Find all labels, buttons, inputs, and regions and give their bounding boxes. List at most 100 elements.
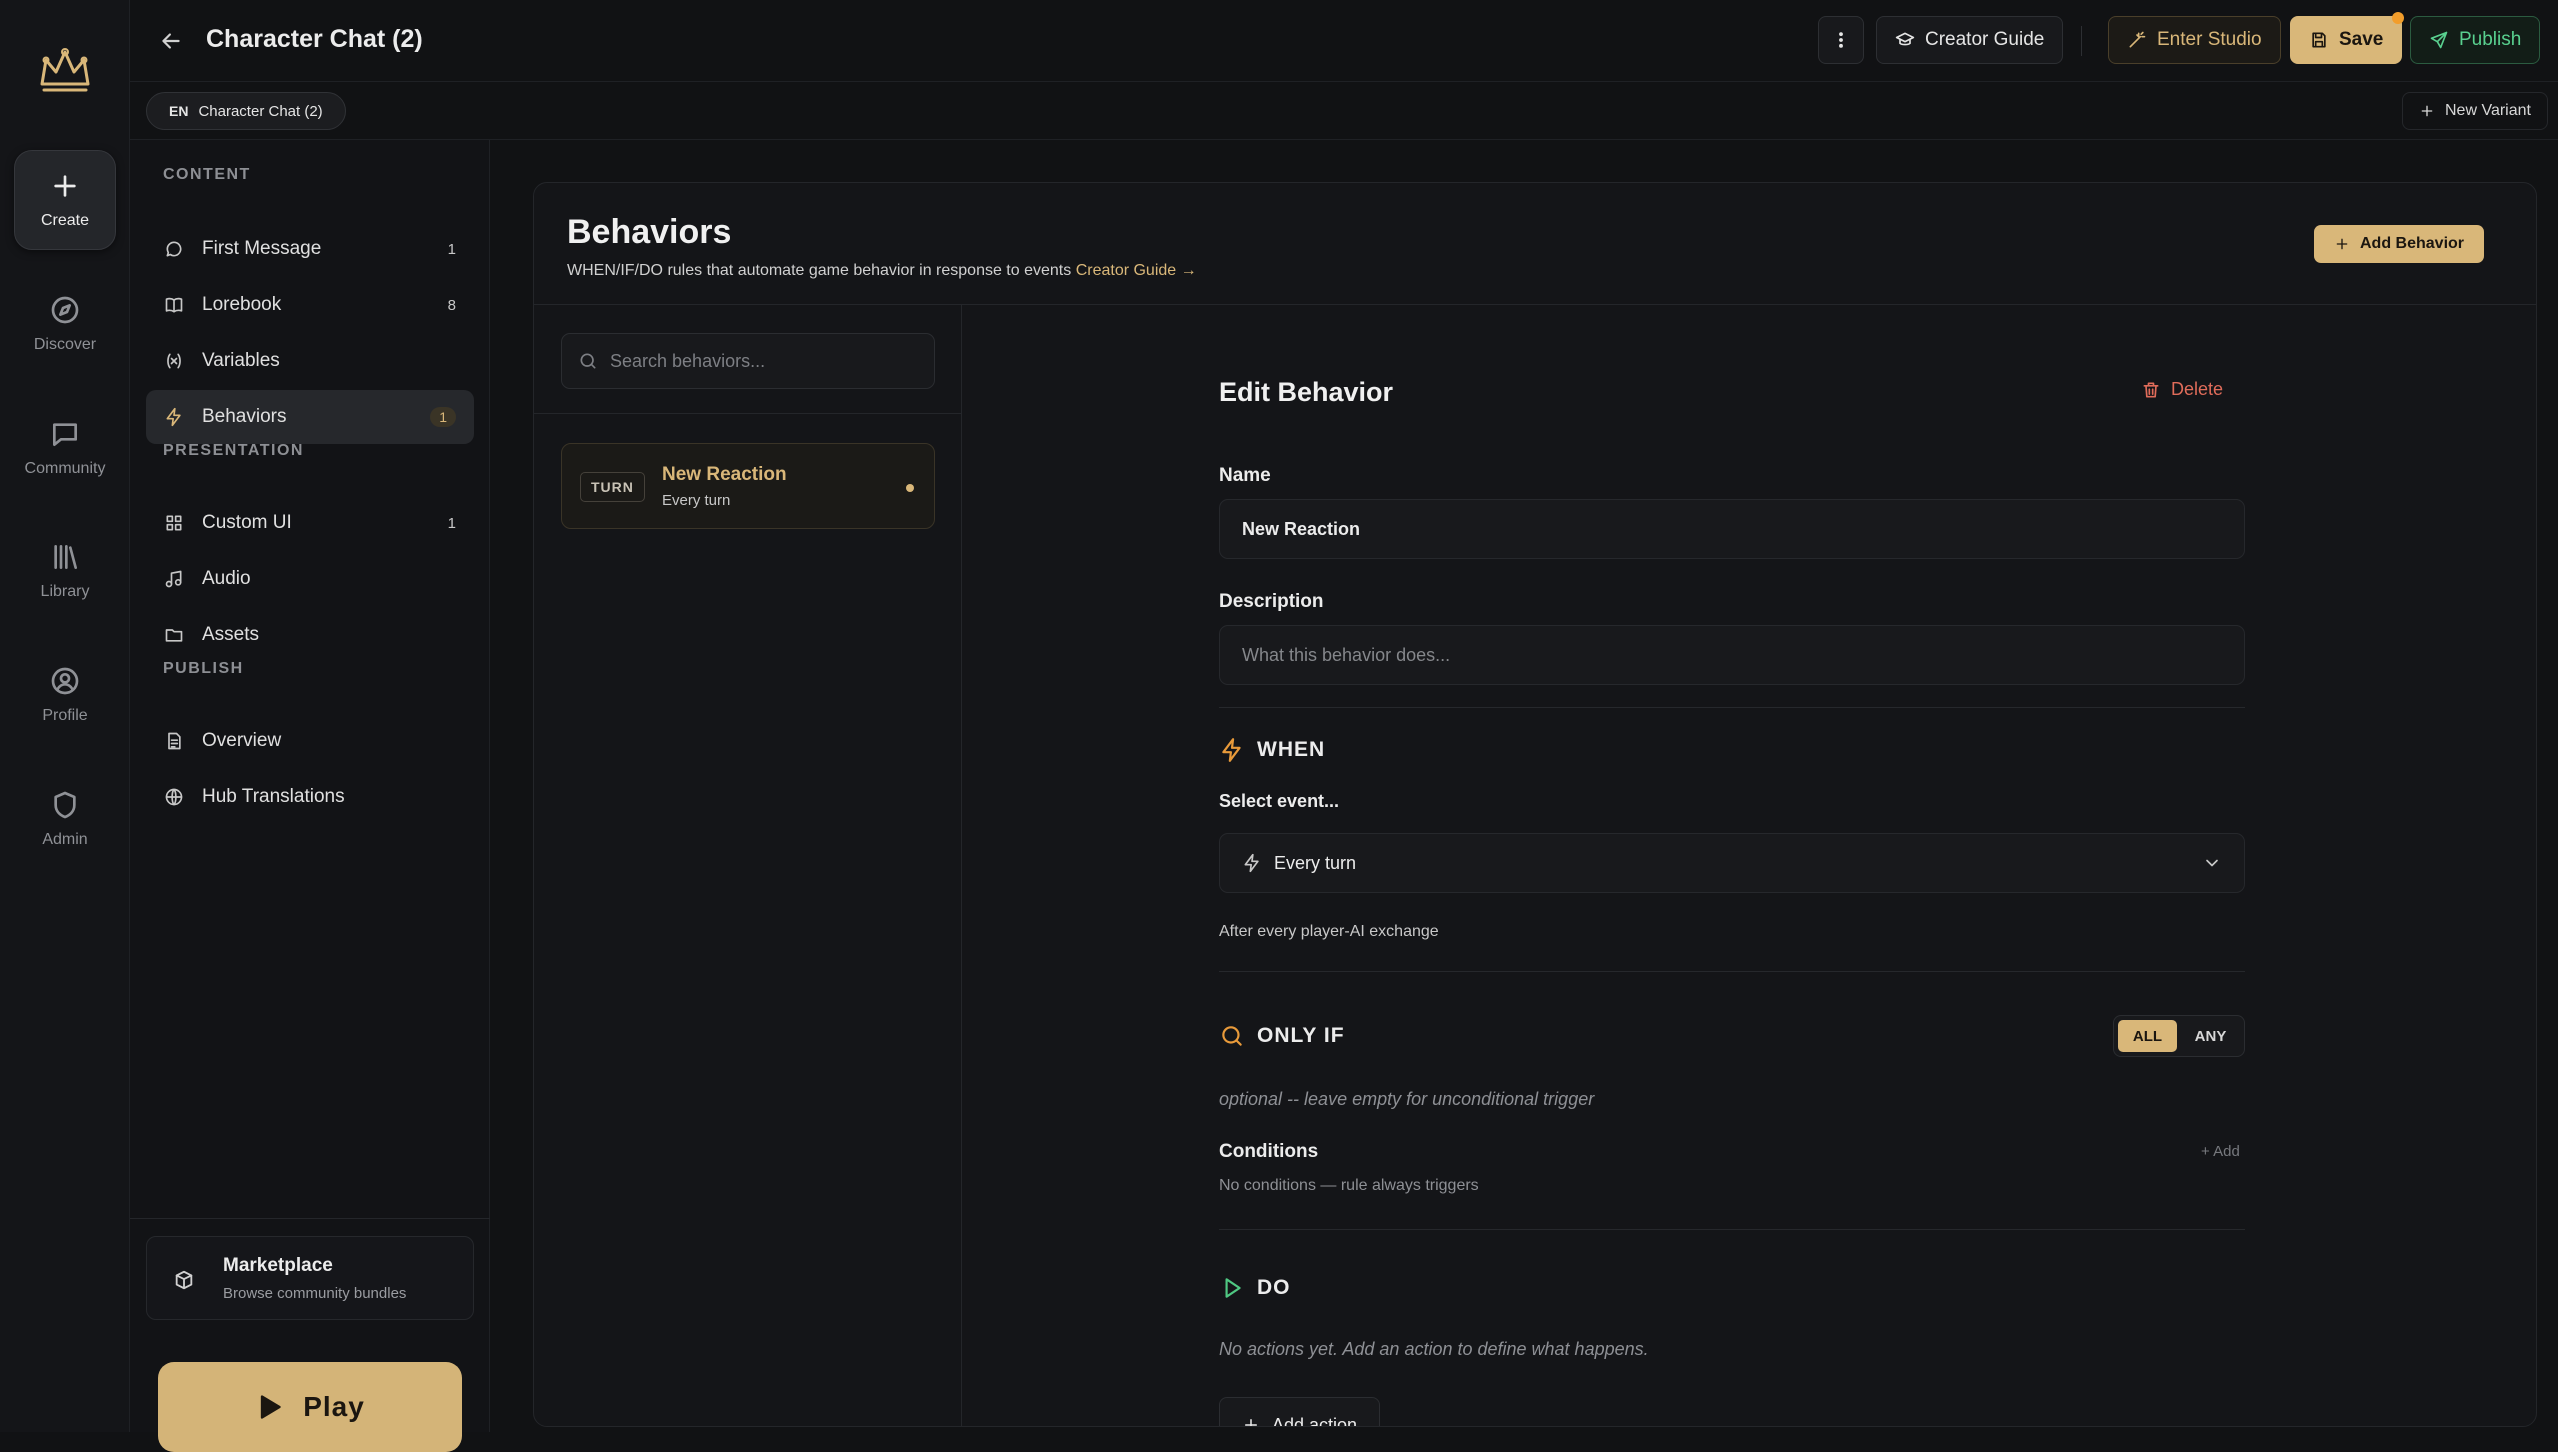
message-icon [164, 239, 184, 259]
only-if-label: ONLY IF [1257, 1024, 1345, 1047]
conditions-label: Conditions [1219, 1141, 1319, 1162]
nav-item-label: Assets [202, 624, 260, 645]
nav-item-overview[interactable]: Overview [146, 714, 474, 768]
enter-studio-button[interactable]: Enter Studio [2108, 16, 2281, 64]
nav-item-hub-translations[interactable]: Hub Translations [146, 770, 474, 824]
mode-all-option[interactable]: ALL [2118, 1020, 2177, 1052]
crown-logo-icon[interactable] [36, 44, 94, 96]
magic-wand-icon [2127, 30, 2147, 50]
behavior-trigger: Every turn [662, 492, 731, 509]
section-label-content: CONTENT [163, 166, 251, 183]
nav-item-label: First Message [202, 238, 322, 259]
publish-button[interactable]: Publish [2410, 16, 2541, 64]
language-code: EN [169, 103, 189, 119]
folder-icon [164, 625, 184, 645]
nav-item-count: 1 [447, 514, 456, 532]
description-input[interactable] [1219, 625, 2245, 685]
unsaved-indicator-dot [2392, 12, 2404, 24]
more-options-button[interactable] [1818, 16, 1864, 64]
nav-item-count: 1 [430, 407, 456, 427]
nav-item-audio[interactable]: Audio [146, 552, 474, 606]
search-icon [578, 351, 598, 371]
rail-item-community[interactable]: Community [14, 398, 116, 498]
name-label: Name [1219, 465, 1271, 486]
do-label: DO [1257, 1276, 1291, 1299]
trigger-type-badge: TURN [580, 472, 645, 502]
no-actions-text: No actions yet. Add an action to define … [1219, 1339, 1649, 1359]
user-circle-icon [49, 665, 81, 697]
nav-item-label: Audio [202, 568, 251, 589]
nav-item-behaviors[interactable]: Behaviors 1 [146, 390, 474, 444]
nav-item-label: Lorebook [202, 294, 282, 315]
name-input[interactable] [1219, 499, 2245, 559]
chat-bubble-icon [49, 418, 81, 450]
globe-icon [164, 787, 184, 807]
rail-item-admin[interactable]: Admin [14, 769, 116, 869]
nav-item-count: 8 [447, 296, 456, 314]
behavior-list-pane: TURN New Reaction Every turn [534, 305, 962, 1426]
section-divider [1219, 1229, 2245, 1230]
graduation-cap-icon [1895, 30, 1915, 50]
nav-item-lorebook[interactable]: Lorebook 8 [146, 278, 474, 332]
add-behavior-button[interactable]: Add Behavior [2314, 225, 2485, 263]
delete-button[interactable]: Delete [2141, 379, 2223, 400]
variant-bar: EN Character Chat (2) New Variant [130, 82, 2558, 140]
floppy-disk-icon [2309, 30, 2329, 50]
add-action-button[interactable]: Add action [1219, 1397, 1381, 1427]
lightning-icon [1242, 853, 1262, 873]
select-event-label: Select event... [1219, 791, 1340, 811]
toolbar-divider [2081, 26, 2082, 56]
chevron-down-icon [2202, 853, 2222, 873]
event-select-value: Every turn [1274, 852, 1357, 873]
mode-any-option[interactable]: ANY [2181, 1020, 2240, 1052]
rail-item-discover[interactable]: Discover [14, 274, 116, 374]
behaviors-header: Behaviors WHEN/IF/DO rules that automate… [534, 183, 2536, 305]
behavior-name: New Reaction [662, 464, 787, 485]
new-variant-button[interactable]: New Variant [2402, 92, 2548, 130]
nav-item-first-message[interactable]: First Message 1 [146, 222, 474, 276]
creator-guide-link[interactable]: Creator Guide → [1076, 262, 1197, 279]
editor-title: Edit Behavior [1219, 377, 1394, 407]
creator-guide-button[interactable]: Creator Guide [1876, 16, 2064, 64]
search-input[interactable] [610, 350, 918, 372]
save-button[interactable]: Save [2290, 16, 2403, 64]
marketplace-title: Marketplace [223, 1255, 333, 1276]
rail-item-label: Discover [33, 336, 97, 353]
nav-item-variables[interactable]: Variables [146, 334, 474, 388]
variant-tab-en[interactable]: EN Character Chat (2) [146, 92, 346, 130]
rail-item-label: Create [40, 212, 90, 229]
rail-item-profile[interactable]: Profile [14, 645, 116, 745]
nav-item-custom-ui[interactable]: Custom UI 1 [146, 496, 474, 550]
behavior-list-item[interactable]: TURN New Reaction Every turn [561, 443, 935, 529]
play-icon [255, 1393, 283, 1421]
rail-item-library[interactable]: Library [14, 521, 116, 621]
add-condition-button[interactable]: + Add [2201, 1143, 2240, 1160]
add-action-label: Add action [1272, 1414, 1358, 1427]
only-if-section-header: ONLY IF [1219, 1023, 1345, 1049]
no-conditions-text: No conditions — rule always triggers [1219, 1177, 1479, 1194]
marketplace-card[interactable]: Marketplace Browse community bundles [146, 1236, 474, 1320]
sidebar-divider [130, 1218, 490, 1219]
rail-item-create[interactable]: Create [14, 150, 116, 250]
search-box[interactable] [561, 333, 935, 389]
play-button[interactable]: Play [158, 1362, 462, 1452]
nav-item-assets[interactable]: Assets [146, 608, 474, 662]
section-label-presentation: PRESENTATION [163, 442, 304, 459]
section-title: Behaviors [567, 213, 732, 251]
grid-icon [164, 513, 184, 533]
rail-item-label: Community [24, 460, 106, 477]
shield-icon [49, 789, 81, 821]
back-arrow-icon[interactable] [158, 28, 184, 54]
add-behavior-label: Add Behavior [2360, 235, 2465, 252]
plus-icon [2419, 103, 2435, 119]
send-icon [2429, 30, 2449, 50]
section-divider [1219, 971, 2245, 972]
when-label: WHEN [1257, 738, 1326, 761]
event-select-dropdown[interactable]: Every turn [1219, 833, 2245, 893]
section-divider [1219, 707, 2245, 708]
top-bar: Character Chat (2) Creator Guide Enter S… [130, 0, 2558, 82]
selected-indicator-dot [906, 484, 914, 492]
nav-item-label: Overview [202, 730, 282, 751]
rail-item-label: Library [40, 583, 90, 600]
publish-label: Publish [2459, 29, 2522, 50]
